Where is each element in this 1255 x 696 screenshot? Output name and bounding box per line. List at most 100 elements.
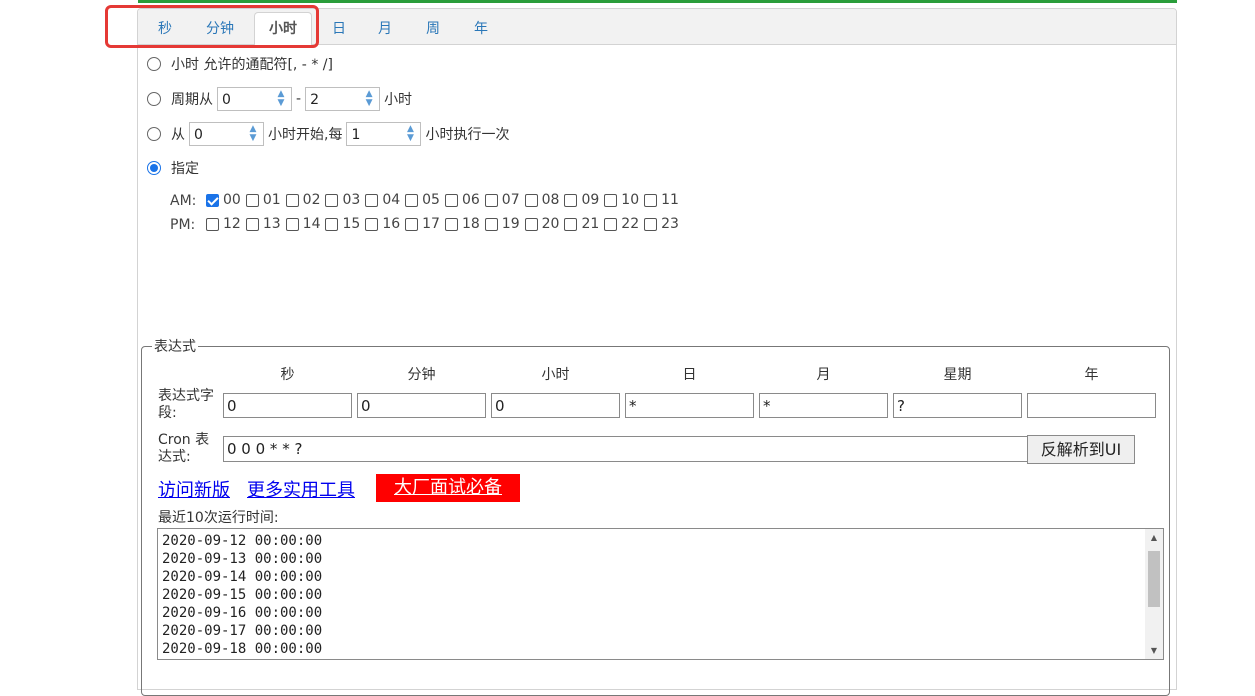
hour-checkbox[interactable] — [285, 217, 299, 231]
hour-checkbox[interactable] — [365, 217, 379, 231]
hour-label: 11 — [661, 192, 679, 208]
tab-month[interactable]: 月 — [368, 13, 402, 44]
hour-option-21[interactable]: 21 — [564, 216, 599, 232]
hour-option-17[interactable]: 17 — [405, 216, 440, 232]
hour-checkbox[interactable] — [604, 193, 618, 207]
hour-checkbox[interactable] — [524, 193, 538, 207]
field-minute-input[interactable]: 0 — [357, 393, 486, 418]
hour-checkbox[interactable] — [444, 217, 458, 231]
every-stepper[interactable]: 1 ▲ ▼ — [346, 122, 422, 146]
hour-option-12[interactable]: 12 — [206, 216, 241, 232]
hour-checkbox[interactable] — [644, 193, 658, 207]
hour-checkbox[interactable] — [405, 217, 419, 231]
hour-option-03[interactable]: 03 — [325, 192, 360, 208]
tab-day[interactable]: 日 — [322, 13, 356, 44]
hour-option-09[interactable]: 09 — [564, 192, 599, 208]
recent-runs-textarea[interactable]: 2020-09-12 00:00:00 2020-09-13 00:00:00 20… — [157, 528, 1164, 660]
column-header-weekday: 星期 — [943, 367, 972, 383]
parse-to-ui-button[interactable]: 反解析到UI — [1027, 435, 1135, 464]
hour-checkbox[interactable] — [245, 217, 259, 231]
hour-checkbox[interactable] — [524, 217, 538, 231]
tab-week[interactable]: 周 — [416, 13, 450, 44]
field-day-input[interactable]: * — [625, 393, 754, 418]
hour-checkbox[interactable] — [644, 217, 658, 231]
hour-option-08[interactable]: 08 — [524, 192, 559, 208]
scroll-down-icon[interactable]: ▼ — [1145, 646, 1163, 655]
hour-option-01[interactable]: 01 — [245, 192, 281, 208]
hour-option-07[interactable]: 07 — [484, 192, 520, 208]
hour-checkbox[interactable] — [604, 217, 618, 231]
hour-checkbox[interactable] — [245, 193, 259, 207]
recent-runs-list: 2020-09-12 00:00:00 2020-09-13 00:00:00 20… — [162, 532, 322, 658]
hour-checkbox[interactable] — [484, 193, 498, 207]
scroll-up-icon[interactable]: ▲ — [1145, 533, 1163, 542]
field-year-input[interactable] — [1027, 393, 1156, 418]
field-hour-input[interactable]: 0 — [491, 393, 620, 418]
hour-option-13[interactable]: 13 — [245, 216, 281, 232]
runs-scrollbar[interactable]: ▲ ▼ — [1145, 529, 1163, 659]
chevron-down-icon[interactable]: ▼ — [274, 98, 288, 109]
chevron-down-icon[interactable]: ▼ — [362, 98, 376, 109]
hour-option-05[interactable]: 05 — [405, 192, 440, 208]
radio-wildcard[interactable] — [147, 57, 161, 71]
hour-checkbox[interactable] — [444, 193, 458, 207]
interview-link[interactable]: 大厂面试必备 — [376, 474, 520, 502]
option-specify[interactable]: 指定 — [147, 154, 199, 182]
hour-checkbox[interactable] — [564, 193, 578, 207]
hour-checkbox[interactable] — [405, 193, 419, 207]
hour-checkbox[interactable] — [325, 217, 339, 231]
column-header-month: 月 — [816, 367, 831, 383]
hour-checkbox[interactable] — [206, 217, 219, 231]
hour-option-14[interactable]: 14 — [285, 216, 321, 232]
every-suffix: 小时执行一次 — [425, 127, 510, 143]
from-stepper[interactable]: 0 ▲ ▼ — [189, 122, 264, 146]
tab-second[interactable]: 秒 — [148, 13, 182, 44]
field-second-input[interactable]: 0 — [223, 393, 352, 418]
radio-specify[interactable] — [147, 161, 161, 175]
hour-option-00[interactable]: 00 — [206, 192, 241, 208]
hour-label: 16 — [382, 216, 401, 232]
cycle-from-stepper[interactable]: 0 ▲ ▼ — [217, 87, 292, 111]
tab-hour[interactable]: 小时 — [254, 12, 312, 46]
hour-label: 07 — [501, 192, 520, 208]
hour-checkbox[interactable] — [325, 193, 339, 207]
hour-checkbox[interactable] — [365, 193, 379, 207]
hour-checkbox[interactable] — [564, 217, 578, 231]
tab-minute[interactable]: 分钟 — [196, 13, 244, 44]
radio-from-every[interactable] — [147, 127, 161, 141]
hours-pm-row: PM: 12 13 14 15 16 17 18 19 20 21 22 23 — [170, 216, 684, 235]
hour-option-15[interactable]: 15 — [325, 216, 360, 232]
hour-label: 22 — [621, 216, 640, 232]
chevron-down-icon[interactable]: ▼ — [246, 133, 260, 144]
hour-option-22[interactable]: 22 — [604, 216, 639, 232]
option-from-every[interactable]: 从 0 ▲ ▼ 小时开始,每 1 ▲ ▼ 小时执行一次 — [147, 120, 509, 148]
radio-cycle[interactable] — [147, 92, 161, 106]
scroll-thumb[interactable] — [1148, 551, 1160, 607]
option-wildcard[interactable]: 小时 允许的通配符[, - * /] — [147, 50, 333, 78]
hour-option-23[interactable]: 23 — [644, 216, 679, 232]
hour-option-06[interactable]: 06 — [444, 192, 480, 208]
chevron-down-icon[interactable]: ▼ — [403, 133, 417, 144]
hour-option-04[interactable]: 04 — [365, 192, 400, 208]
cycle-to-stepper[interactable]: 2 ▲ ▼ — [305, 87, 381, 111]
hour-option-16[interactable]: 16 — [365, 216, 400, 232]
hour-checkbox[interactable] — [285, 193, 299, 207]
hour-option-11[interactable]: 11 — [644, 192, 679, 208]
field-weekday-input[interactable]: ? — [893, 393, 1022, 418]
hour-option-18[interactable]: 18 — [444, 216, 480, 232]
hour-option-19[interactable]: 19 — [484, 216, 520, 232]
field-month-input[interactable]: * — [759, 393, 888, 418]
option-cycle[interactable]: 周期从 0 ▲ ▼ - 2 ▲ ▼ 小时 — [147, 85, 412, 113]
hour-label: 14 — [302, 216, 321, 232]
more-tools-link[interactable]: 更多实用工具 — [247, 476, 355, 502]
cron-expression-input[interactable]: 0 0 0 * * ? — [223, 436, 1028, 462]
hour-option-02[interactable]: 02 — [285, 192, 320, 208]
tab-year[interactable]: 年 — [464, 13, 498, 44]
hour-option-20[interactable]: 20 — [524, 216, 559, 232]
new-version-link[interactable]: 访问新版 — [158, 476, 230, 502]
hour-checkbox[interactable] — [206, 193, 219, 207]
hour-option-10[interactable]: 10 — [604, 192, 639, 208]
run-time-line: 2020-09-17 00:00:00 — [162, 623, 323, 639]
hour-checkbox[interactable] — [484, 217, 498, 231]
am-hour-list: 00 01 02 03 04 05 06 07 08 09 10 11 — [206, 192, 684, 211]
